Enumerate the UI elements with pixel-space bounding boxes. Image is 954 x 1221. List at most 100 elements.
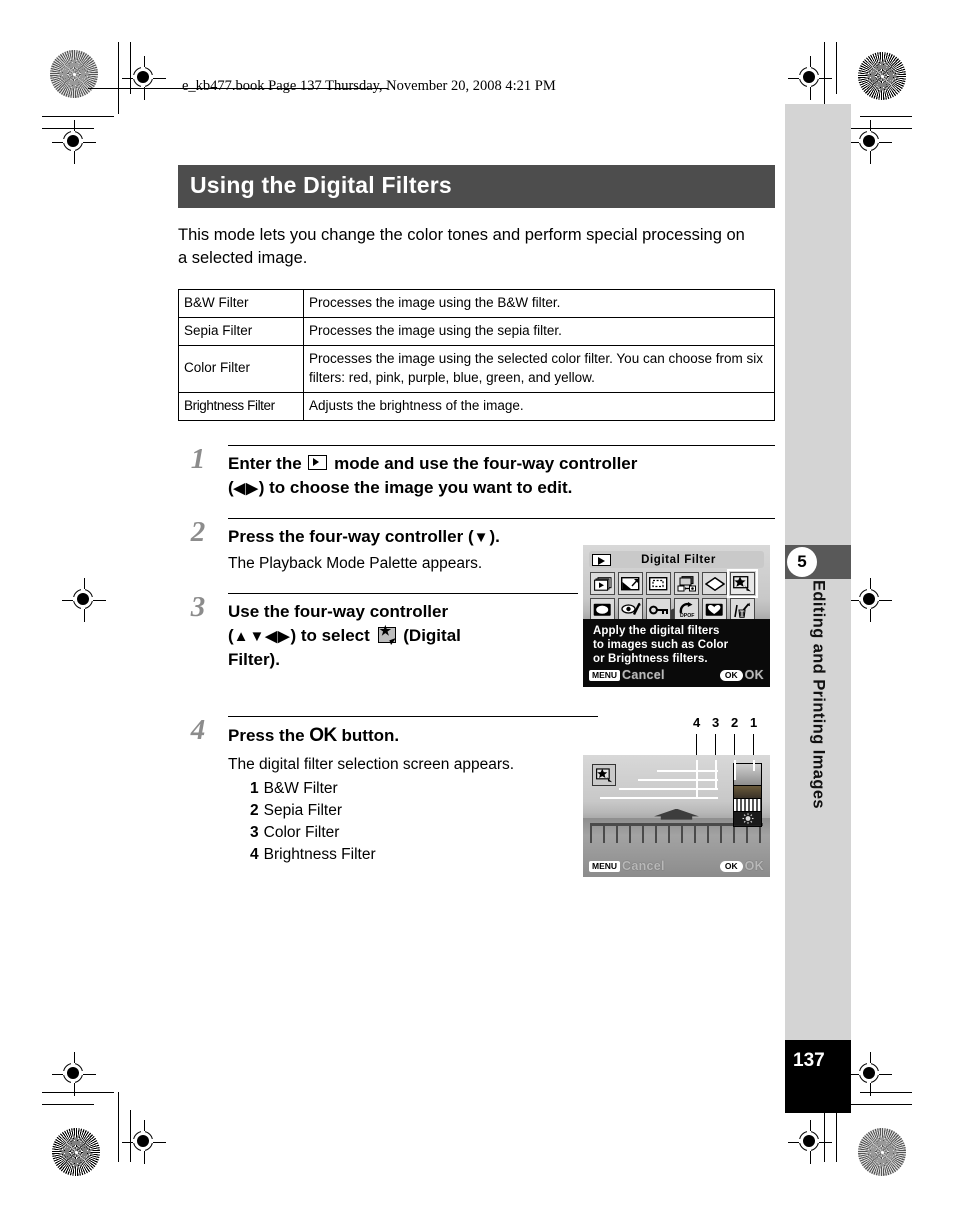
filter-option-list: 1 B&W Filter 2 Sepia Filter 3 Color Filter …: [250, 778, 598, 866]
filter-desc: Processes the image using the B&W filter…: [303, 288, 775, 319]
step-text: ).: [489, 527, 500, 547]
ok-label: OK: [744, 859, 764, 873]
cropping-icon[interactable]: [646, 572, 671, 595]
filter-screen-button-bar: MENU Cancel OK OK: [583, 858, 770, 876]
slideshow-icon[interactable]: [590, 572, 615, 595]
list-item: 2 Sepia Filter: [250, 800, 598, 822]
menu-cancel-label: Cancel: [622, 668, 665, 682]
registration-mark-right-middle: [848, 578, 892, 622]
filter-table: B&W Filter Processes the image using the…: [178, 288, 775, 421]
step-text: button.: [341, 726, 400, 746]
digital-filter-icon[interactable]: [727, 569, 758, 598]
star-target-bottom-left: [52, 1128, 100, 1176]
palette-description-line: to images such as Color: [593, 639, 729, 652]
palette-description-panel: Apply the digital filters to images such…: [583, 619, 770, 687]
frame-composite-icon[interactable]: [590, 598, 615, 621]
step-heading: Press the OK button.: [228, 723, 598, 750]
ok-button-label: OK: [309, 725, 337, 747]
digital-filter-icon: [377, 624, 396, 644]
filter-name: B&W Filter: [178, 288, 304, 319]
playback-icon: [592, 553, 611, 566]
page-number: 137: [785, 1040, 851, 1113]
step-text: Enter the: [228, 453, 302, 473]
filter-desc: Processes the image using the sepia filt…: [303, 317, 775, 347]
step-number: 4: [190, 714, 206, 747]
step-subtext: The digital filter selection screen appe…: [228, 756, 515, 774]
filter-name: Brightness Filter: [178, 391, 304, 421]
filter-name: Sepia Filter: [178, 317, 304, 347]
step-heading: Enter the mode and use the four-way cont…: [228, 452, 775, 500]
protect-key-icon[interactable]: [646, 598, 671, 621]
lcd-digital-filter-screen: MENU Cancel OK OK: [583, 755, 770, 877]
ok-confirm-button[interactable]: OK OK: [719, 666, 764, 684]
menu-cancel-label: Cancel: [622, 859, 665, 873]
ok-confirm-button[interactable]: OK OK: [719, 857, 764, 875]
table-row: Sepia Filter Processes the image using t…: [178, 317, 775, 347]
registration-mark-top-left: [122, 56, 166, 100]
menu-cancel-button[interactable]: MENU Cancel: [589, 666, 665, 684]
resize-icon[interactable]: [618, 572, 643, 595]
list-item: 3 Color Filter: [250, 822, 598, 844]
step-text: Press the four-way controller (: [228, 527, 474, 547]
filter-strip-brightness[interactable]: [734, 812, 761, 825]
table-row: Brightness Filter Adjusts the brightness…: [178, 391, 775, 421]
list-item-label: Sepia Filter: [263, 802, 343, 820]
svg-text:DPOF: DPOF: [680, 613, 694, 618]
filter-callouts: 4 3 2 1: [583, 715, 770, 760]
palette-row-1: [590, 569, 763, 598]
photo-pier-roof: [654, 808, 699, 820]
registration-mark-right-lower: [788, 1120, 832, 1164]
list-item-number: 1: [250, 780, 259, 798]
registration-mark-right-upper: [848, 120, 892, 164]
registration-mark-top-right: [788, 56, 832, 100]
chapter-title: Editing and Printing Images: [785, 580, 851, 910]
step-number: 3: [190, 591, 206, 623]
star-target-bottom-right: [858, 1128, 906, 1176]
filter-strip[interactable]: [733, 763, 762, 827]
step-text: Use the four-way controller: [228, 602, 449, 621]
list-item: 4 Brightness Filter: [250, 844, 598, 866]
playback-mode-icon: [308, 454, 328, 470]
step-heading: Use the four-way controller (▲▼◀▶) to se…: [228, 600, 578, 672]
red-eye-icon[interactable]: [618, 598, 643, 621]
filter-strip-color[interactable]: [734, 799, 761, 812]
menu-badge: MENU: [589, 670, 621, 681]
filter-strip-sepia[interactable]: [734, 786, 761, 799]
delete-icon[interactable]: [730, 598, 755, 621]
step-1: 1 Enter the mode and use the four-way co…: [178, 442, 775, 500]
registration-mark-left-upper: [52, 120, 96, 164]
dpof-icon[interactable]: DPOF: [674, 598, 699, 621]
section-title-bar: Using the Digital Filters: [178, 165, 775, 208]
palette-description-line: or Brightness filters.: [593, 653, 708, 666]
list-item-label: Brightness Filter: [263, 846, 376, 864]
start-screen-icon[interactable]: [702, 598, 727, 621]
photo-pier-legs: [590, 825, 763, 843]
registration-mark-left-middle: [62, 578, 106, 622]
lcd-playback-mode-palette: Digital Filter DPOF Apply the digital fi…: [583, 545, 770, 687]
ok-badge: OK: [719, 861, 743, 872]
four-way-arrows: ▲▼◀▶: [233, 628, 291, 646]
callout-number: 3: [712, 715, 720, 730]
step-number: 1: [190, 442, 206, 475]
chapter-title-text: Editing and Printing Images: [809, 580, 828, 809]
step-text: mode and use the four-way controller: [334, 453, 638, 473]
four-way-arrows: ▼: [473, 529, 490, 547]
menu-badge: MENU: [589, 861, 621, 872]
filter-name: Color Filter: [178, 345, 304, 393]
ok-label: OK: [744, 668, 764, 682]
star-target-top-right: [858, 52, 906, 100]
image-copy-icon[interactable]: [674, 572, 699, 595]
filter-strip-bw[interactable]: [734, 764, 761, 786]
palette-row-2: DPOF: [590, 598, 763, 621]
image-rotation-icon[interactable]: [702, 572, 727, 595]
callout-number: 2: [731, 715, 739, 730]
palette-title-bar: Digital Filter: [589, 551, 764, 568]
step-text: ) to choose the image you want to edit.: [258, 478, 573, 498]
registration-mark-bottom-right: [848, 1052, 892, 1096]
registration-mark-bottom-left: [52, 1052, 96, 1096]
step-text: Press the: [228, 726, 305, 746]
step-number: 2: [190, 516, 206, 549]
chapter-number: 5: [787, 547, 817, 577]
menu-cancel-button[interactable]: MENU Cancel: [589, 857, 665, 875]
palette-icon-grid: DPOF: [590, 569, 763, 624]
